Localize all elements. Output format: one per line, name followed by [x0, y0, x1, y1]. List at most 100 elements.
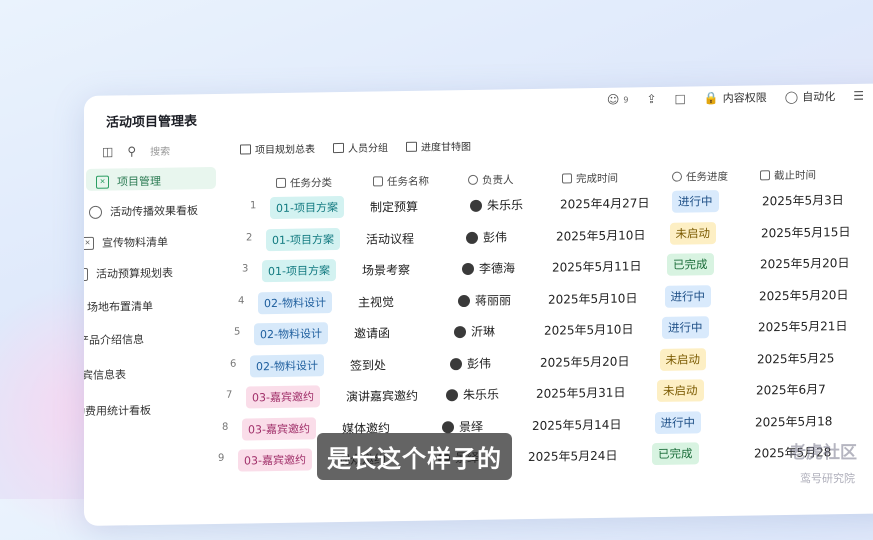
- owner-name: 朱乐乐: [463, 387, 500, 403]
- video-subtitle: 是长这个样子的: [317, 433, 512, 480]
- search-input[interactable]: 搜索: [150, 143, 170, 158]
- header-done-date[interactable]: 完成时间: [562, 171, 618, 187]
- automation-button[interactable]: ◯ 自动化: [785, 88, 835, 105]
- task-name-cell[interactable]: 邀请函: [354, 324, 390, 342]
- share-icon: ⇪: [646, 92, 657, 107]
- category-tag: 03-嘉宾邀约: [238, 448, 312, 472]
- header-category[interactable]: 任务分类: [276, 175, 332, 191]
- category-cell[interactable]: 01-项目方案: [270, 195, 344, 220]
- owner-cell[interactable]: 李德海: [462, 259, 515, 277]
- done-date-cell[interactable]: 2025年5月31日: [536, 383, 625, 401]
- category-cell[interactable]: 02-物料设计: [254, 322, 328, 346]
- share-button[interactable]: ⇪: [646, 92, 656, 106]
- permission-button[interactable]: 🔒 内容权限: [704, 89, 767, 106]
- progress-cell[interactable]: 进行中: [654, 410, 701, 434]
- sidebar-item-budget[interactable]: ✕ 活动预算规划表: [84, 265, 173, 283]
- header-progress[interactable]: 任务进度: [672, 169, 728, 185]
- comment-button[interactable]: □: [675, 92, 686, 106]
- sidebar-item-cost-dashboard[interactable]: 活动费用统计看板: [84, 402, 151, 420]
- category-tag: 01-项目方案: [270, 195, 344, 220]
- sidebar-item-guests[interactable]: ✕ 嘉宾信息表: [84, 366, 126, 383]
- done-date-cell[interactable]: 2025年4月27日: [560, 194, 649, 212]
- task-name-cell[interactable]: 签到处: [350, 356, 386, 374]
- avatar: [442, 420, 454, 433]
- members-button[interactable]: ☺ 9: [607, 92, 629, 107]
- header-due-date[interactable]: 截止时间: [760, 168, 816, 184]
- row-number: 5: [234, 326, 241, 338]
- due-date-cell[interactable]: 2025年5月3日: [762, 191, 844, 209]
- category-cell[interactable]: 01-项目方案: [262, 259, 336, 283]
- header-owner[interactable]: 负责人: [468, 172, 514, 188]
- progress-cell[interactable]: 已完成: [652, 442, 699, 466]
- row-number: 1: [250, 200, 257, 212]
- avatar: [454, 325, 466, 339]
- sidebar-item-spread-dashboard[interactable]: 活动传播效果看板: [89, 202, 198, 220]
- category-cell[interactable]: 02-物料设计: [250, 353, 324, 377]
- menu-icon: ☰: [853, 88, 864, 103]
- row-number: 4: [238, 294, 245, 307]
- owner-cell[interactable]: 蒋丽丽: [458, 291, 511, 309]
- done-date-cell[interactable]: 2025年5月20日: [540, 352, 629, 370]
- owner-cell[interactable]: 沂琳: [454, 323, 495, 341]
- progress-cell[interactable]: 未启动: [657, 379, 704, 402]
- task-name-cell[interactable]: 活动议程: [366, 229, 414, 247]
- tab-gantt[interactable]: 进度甘特图: [406, 138, 471, 154]
- sidebar-item-materials[interactable]: ✕ 宣传物料清单: [84, 234, 168, 251]
- header-task-name[interactable]: 任务名称: [373, 174, 429, 190]
- progress-cell[interactable]: 进行中: [662, 316, 709, 339]
- progress-cell[interactable]: 进行中: [672, 190, 719, 213]
- sidebar-item-label: 活动传播效果看板: [110, 204, 198, 219]
- table-icon: ✕: [96, 175, 109, 189]
- menu-button[interactable]: ☰: [853, 89, 864, 103]
- done-date-cell[interactable]: 2025年5月10日: [556, 226, 645, 244]
- automation-label: 自动化: [802, 90, 836, 104]
- progress-cell[interactable]: 未启动: [659, 347, 706, 371]
- calendar-icon: [760, 170, 770, 181]
- progress-cell[interactable]: 未启动: [669, 221, 716, 245]
- sidebar-toggle-icon[interactable]: ◫: [102, 144, 113, 158]
- progress-cell[interactable]: 进行中: [664, 284, 711, 308]
- done-date-cell[interactable]: 2025年5月24日: [528, 447, 617, 465]
- owner-cell[interactable]: 朱乐乐: [446, 385, 499, 403]
- done-date-cell[interactable]: 2025年5月14日: [532, 415, 621, 433]
- avatar: [470, 199, 482, 212]
- header-label: 任务名称: [387, 175, 429, 189]
- due-date-cell[interactable]: 2025年5月20日: [759, 285, 848, 303]
- due-date-cell[interactable]: 2025年6月7: [756, 380, 826, 398]
- sidebar-item-venue[interactable]: ✕ 场地布置清单: [84, 298, 153, 315]
- category-cell[interactable]: 01-项目方案: [266, 227, 340, 251]
- done-date-cell[interactable]: 2025年5月10日: [544, 320, 633, 338]
- owner-cell[interactable]: 彭伟: [466, 228, 507, 246]
- text-icon: [373, 176, 383, 187]
- gantt-icon: [406, 141, 417, 152]
- owner-cell[interactable]: 彭伟: [450, 354, 491, 372]
- row-number: 2: [246, 231, 253, 243]
- progress-cell[interactable]: 已完成: [667, 253, 714, 276]
- done-date-cell[interactable]: 2025年5月11日: [552, 257, 641, 275]
- sidebar-item-label: 产品介绍信息: [84, 333, 144, 348]
- due-date-cell[interactable]: 2025年5月20日: [760, 254, 849, 272]
- done-date-cell[interactable]: 2025年5月10日: [548, 289, 637, 307]
- category-cell[interactable]: 03-嘉宾邀约: [238, 448, 312, 472]
- category-cell[interactable]: 03-嘉宾邀约: [246, 385, 320, 409]
- category-cell[interactable]: 03-嘉宾邀约: [242, 416, 316, 441]
- sidebar-search[interactable]: ◫ ⚲ 搜索: [102, 143, 170, 159]
- due-date-cell[interactable]: 2025年5月15日: [761, 222, 850, 240]
- due-date-cell[interactable]: 2025年5月21日: [758, 317, 847, 335]
- select-icon: [276, 177, 286, 188]
- sidebar-item-label: 活动预算规划表: [96, 266, 173, 281]
- table-icon: ✕: [84, 236, 94, 250]
- task-name-cell[interactable]: 演讲嘉宾邀约: [346, 387, 418, 405]
- category-cell[interactable]: 02-物料设计: [258, 290, 332, 314]
- due-date-cell[interactable]: 2025年5月25: [757, 349, 834, 367]
- row-number: 7: [226, 389, 233, 401]
- task-name-cell[interactable]: 主视觉: [358, 293, 394, 311]
- task-name-cell[interactable]: 制定预算: [370, 198, 418, 216]
- tab-people-group[interactable]: 人员分组: [333, 139, 388, 155]
- sidebar-item-products[interactable]: ✕ 产品介绍信息: [84, 331, 144, 348]
- task-name-cell[interactable]: 场景考察: [362, 261, 410, 279]
- owner-cell[interactable]: 朱乐乐: [470, 196, 523, 214]
- sidebar-item-project-management[interactable]: ✕ 项目管理: [86, 166, 216, 191]
- tab-project-overview[interactable]: 项目规划总表: [240, 140, 315, 156]
- due-date-cell[interactable]: 2025年5月18: [755, 412, 832, 430]
